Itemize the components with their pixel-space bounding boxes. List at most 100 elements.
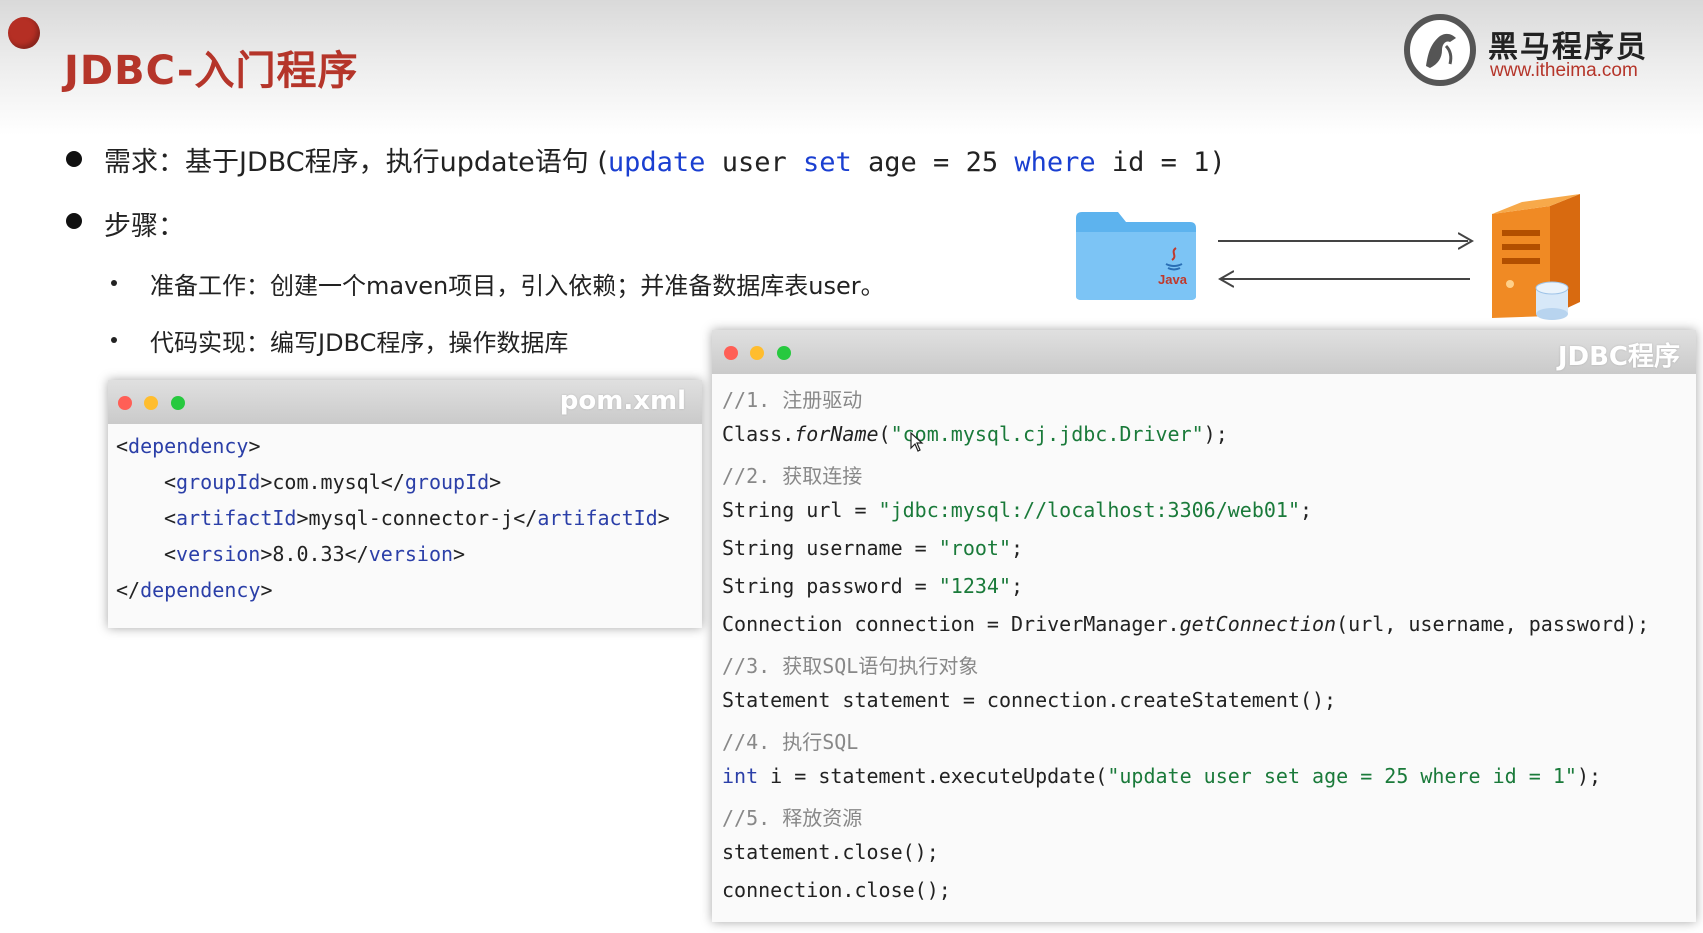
pom-line-artifactid: <artifactId>mysql-connector-j</artifactI…: [164, 506, 670, 530]
pom-window-titlebar: pom.xml: [108, 380, 702, 424]
folder-label: Java: [1158, 272, 1187, 287]
code-token: ;: [1011, 574, 1024, 598]
xml-bracket: </: [513, 506, 538, 530]
bullet-dot: [66, 213, 82, 229]
code-statement: Statement statement = connection.createS…: [722, 688, 1337, 712]
code-connection-close: connection.close();: [722, 878, 951, 902]
code-username: String username = "root";: [722, 536, 1023, 560]
xml-bracket: >: [296, 506, 309, 530]
maximize-dot-icon[interactable]: [171, 396, 185, 410]
step-prepare: 准备工作：创建一个maven项目，引入依赖；并准备数据库表user。: [150, 272, 885, 300]
xml-bracket: >: [657, 506, 670, 530]
xml-tag: artifactId: [537, 506, 658, 530]
code-token: ;: [1299, 498, 1313, 522]
xml-tag: groupId: [176, 470, 261, 494]
code-string: "1234": [938, 574, 1011, 598]
minimize-dot-icon[interactable]: [144, 396, 158, 410]
comment-get-connection: //2. 获取连接: [722, 464, 863, 488]
xml-bracket: <: [116, 434, 129, 458]
maximize-dot-icon[interactable]: [777, 346, 791, 360]
code-password: String password = "1234";: [722, 574, 1023, 598]
sql-set-keyword: set: [803, 147, 852, 178]
xml-value: 8.0.33: [272, 542, 345, 566]
xml-value: mysql-connector-j: [308, 506, 514, 530]
code-token: );: [1203, 422, 1228, 446]
xml-tag: version: [176, 542, 261, 566]
steps-label: 步骤：: [104, 211, 185, 242]
xml-bracket: >: [489, 470, 502, 494]
comment-register-driver: //1. 注册驱动: [722, 388, 863, 412]
itheima-logo: 黑马程序员 www.itheima.com: [1404, 12, 1664, 88]
xml-bracket: </: [380, 470, 405, 494]
xml-tag: artifactId: [176, 506, 297, 530]
xml-bracket: >: [260, 578, 273, 602]
comment-release-resources: //5. 释放资源: [722, 806, 863, 830]
logo-url: www.itheima.com: [1490, 60, 1638, 81]
requirement-prefix: 需求：基于JDBC程序，执行update语句 (: [104, 147, 608, 178]
xml-bracket: </: [344, 542, 369, 566]
xml-bracket: >: [248, 434, 261, 458]
xml-tag: version: [368, 542, 454, 566]
code-token: String url =: [722, 498, 879, 522]
code-method: getConnection: [1179, 612, 1337, 636]
jdbc-program-window: JDBC程序 //1. 注册驱动 Class.forName("com.mysq…: [712, 330, 1696, 922]
sub-bullet-dot: [111, 337, 117, 343]
code-token: (: [878, 422, 891, 446]
code-statement-close: statement.close();: [722, 840, 939, 864]
step-implement: 代码实现：编写JDBC程序，操作数据库: [150, 329, 569, 357]
sql-user: user: [705, 147, 803, 178]
code-token: Class.: [722, 422, 795, 446]
sql-update-keyword: update: [607, 147, 706, 178]
xml-tag: dependency: [140, 578, 261, 602]
close-dot-icon[interactable]: [118, 396, 132, 410]
code-token: );: [1576, 764, 1602, 788]
slide-title: JDBC-入门程序: [64, 48, 359, 94]
database-server-icon: [1488, 192, 1584, 322]
code-execute-update: int i = statement.executeUpdate("update …: [722, 764, 1601, 788]
code-string: "root": [938, 536, 1011, 560]
code-url: String url = "jdbc:mysql://localhost:330…: [722, 498, 1312, 522]
code-keyword: int: [722, 764, 759, 788]
sub-bullet-dot: [111, 280, 117, 286]
horse-logo-icon: [1404, 14, 1476, 86]
code-token: String username =: [722, 536, 939, 560]
red-dot-decoration: [8, 17, 40, 49]
code-string: "jdbc:mysql://localhost:3306/web01": [878, 498, 1300, 522]
pom-line-groupid: <groupId>com.mysql</groupId>: [164, 470, 501, 494]
xml-value: com.mysql: [272, 470, 381, 494]
code-connection: Connection connection = DriverManager.ge…: [722, 612, 1649, 636]
pom-xml-window: pom.xml <dependency> <groupId>com.mysql<…: [108, 380, 702, 628]
jdbc-window-titlebar: JDBC程序: [712, 330, 1696, 374]
arrow-left: [1222, 278, 1470, 280]
bullet-dot: [66, 151, 82, 167]
requirement-line: 需求：基于JDBC程序，执行update语句 (update user set …: [104, 140, 1226, 179]
code-method: forName: [794, 422, 879, 446]
pom-line-version: <version>8.0.33</version>: [164, 542, 465, 566]
xml-tag: groupId: [404, 470, 490, 494]
code-token: i = statement.executeUpdate(: [758, 764, 1108, 788]
sql-age: age = 25: [851, 147, 1015, 178]
arrowhead-right-icon: [1458, 232, 1474, 250]
xml-bracket: >: [260, 542, 273, 566]
xml-bracket: <: [164, 470, 177, 494]
comment-execute-sql: //4. 执行SQL: [722, 730, 859, 754]
code-string: "update user set age = 25 where id = 1": [1107, 764, 1577, 788]
sql-tail: id = 1): [1095, 147, 1226, 178]
xml-tag: dependency: [128, 434, 249, 458]
minimize-dot-icon[interactable]: [750, 346, 764, 360]
xml-bracket: </: [116, 578, 141, 602]
xml-bracket: >: [260, 470, 273, 494]
code-token: Connection connection = DriverManager.: [722, 612, 1180, 636]
close-dot-icon[interactable]: [724, 346, 738, 360]
mouse-cursor-icon: [910, 432, 924, 452]
java-folder-icon: Java: [1074, 210, 1198, 302]
xml-bracket: <: [164, 542, 177, 566]
xml-bracket: >: [453, 542, 466, 566]
comment-create-statement: //3. 获取SQL语句执行对象: [722, 654, 979, 678]
jdbc-window-title: JDBC程序: [1557, 342, 1680, 372]
code-token: String password =: [722, 574, 939, 598]
arrow-right: [1218, 240, 1468, 242]
pom-window-title: pom.xml: [559, 386, 686, 416]
code-token: ;: [1011, 536, 1024, 560]
code-load-driver: Class.forName("com.mysql.cj.jdbc.Driver"…: [722, 422, 1228, 446]
